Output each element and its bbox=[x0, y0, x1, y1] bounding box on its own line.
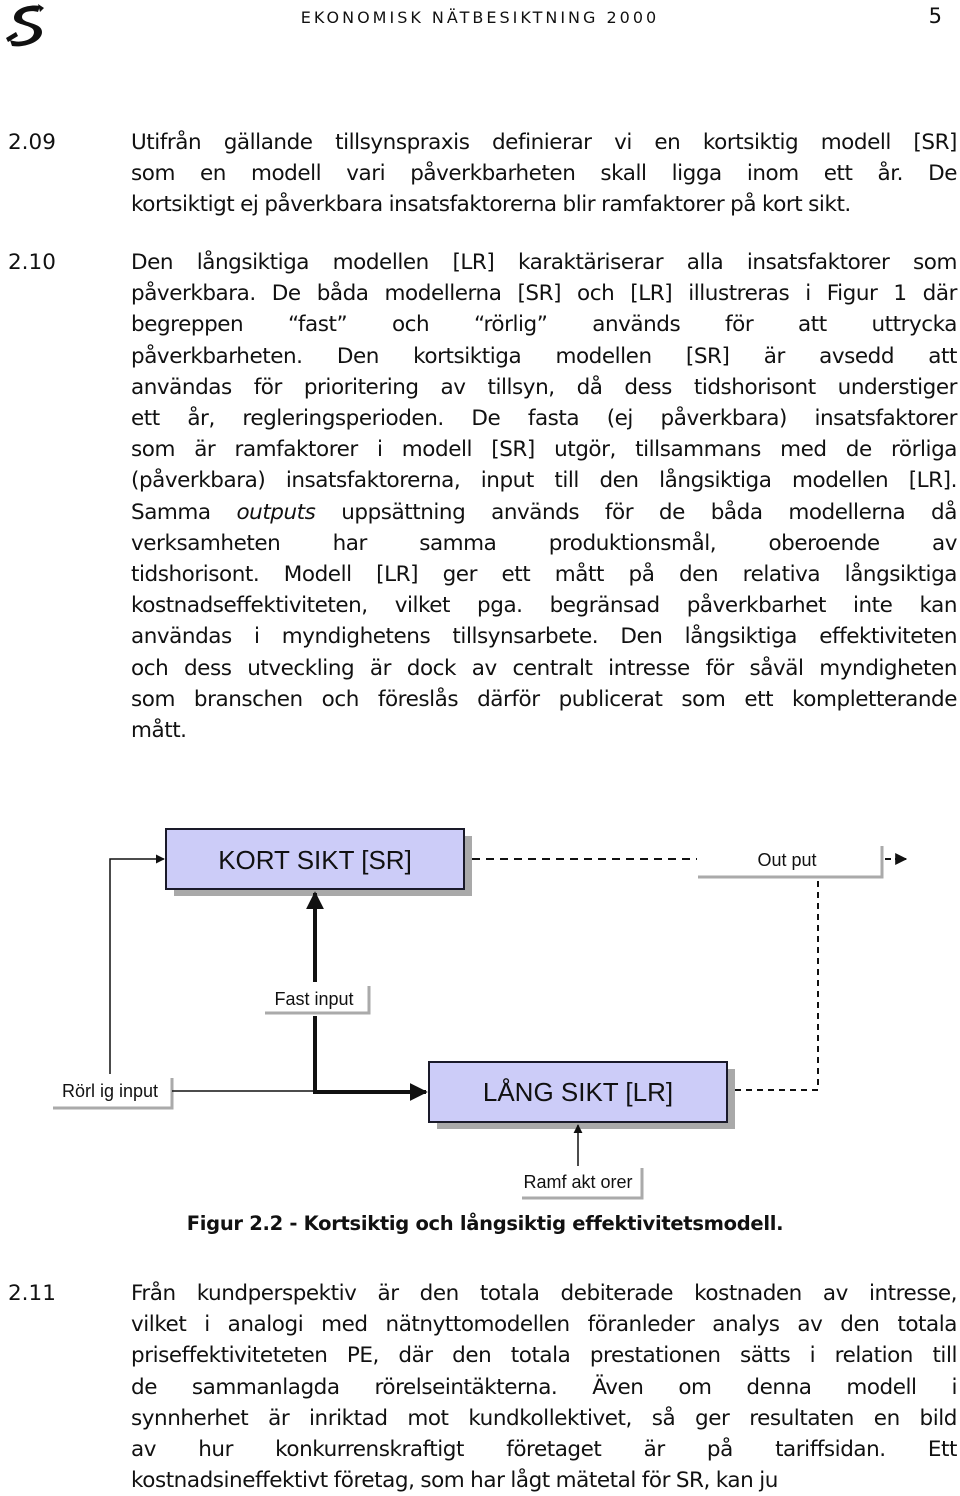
text-line: Utifrån gällande tillsynspraxis definier… bbox=[131, 130, 957, 155]
text-line: vilket i analogi med nätnyttomodellen fö… bbox=[131, 1312, 957, 1338]
short-term-box-label: KORT SIKT [SR] bbox=[218, 845, 412, 875]
text-line: priseffektiviteteten PE, där den totala … bbox=[131, 1343, 957, 1369]
page-header: EKONOMISK NÄTBESIKTNING 2000 5 bbox=[0, 0, 960, 50]
paragraph-text: Från kundperspektiv är den totala debite… bbox=[131, 1278, 957, 1496]
text-line: som är ramfaktorer i modell [SR] utgör, … bbox=[131, 437, 957, 463]
variable-input-label: Rörl ig input bbox=[62, 1081, 158, 1101]
text-line: som branschen och föreslås därför public… bbox=[131, 686, 957, 712]
text-line: kostnadsineffektivt företag, som har låg… bbox=[131, 1468, 778, 1494]
fast-input-label: Fast input bbox=[274, 989, 353, 1009]
text-line: av hur konkurrenskraftigt företaget är p… bbox=[131, 1437, 957, 1463]
running-title: EKONOMISK NÄTBESIKTNING 2000 bbox=[300, 8, 660, 27]
text-line: påverkbarheten. Den kortsiktiga modellen… bbox=[131, 343, 957, 369]
text-line: användas i myndighetens tillsynsarbete. … bbox=[131, 624, 957, 650]
paragraph-number: 2.10 bbox=[8, 250, 56, 275]
text-line: och dess utveckling är dock av centralt … bbox=[131, 655, 957, 681]
long-term-to-output-dashed-line bbox=[735, 878, 819, 1091]
italic-term: outputs bbox=[236, 499, 316, 525]
figure-caption: Figur 2.2 - Kortsiktig och långsiktig ef… bbox=[186, 1212, 784, 1235]
page-number: 5 bbox=[928, 4, 942, 28]
text-line: kostnadseffektiviteten, vilket pga. begr… bbox=[131, 593, 957, 619]
text-line: Samma outputs uppsättning används för de… bbox=[131, 499, 957, 525]
text-line: de sammanlagda rörelseintäkterna. Även o… bbox=[131, 1374, 957, 1400]
output-label: Out put bbox=[757, 850, 816, 870]
paragraph-text: Utifrån gällande tillsynspraxis definier… bbox=[131, 127, 957, 221]
paragraph-number: 2.09 bbox=[8, 130, 56, 155]
text-line: mått. bbox=[131, 718, 187, 744]
long-term-box-label: LÅNG SIKT [LR] bbox=[483, 1077, 673, 1107]
text-line: användas för prioritering av tillsyn, då… bbox=[131, 374, 957, 400]
text-line: Den långsiktiga modellen [LR] karaktäris… bbox=[131, 250, 957, 275]
text-line: (påverkbara) insatsfaktorerna, input til… bbox=[131, 468, 957, 494]
text-line: synnherhet är inriktad mot kundkollektiv… bbox=[131, 1405, 957, 1431]
text-line: som en modell vari påverkbarheten skall … bbox=[131, 161, 957, 187]
variable-input-to-short-term-arrow bbox=[109, 854, 165, 1074]
diagram-svg: KORT SIKT [SR] LÅNG SIKT [LR] Out put Fa… bbox=[53, 828, 908, 1200]
text-line: begreppen “fast” och “rörlig” används fö… bbox=[131, 312, 957, 338]
text-line: tidshorisont. Modell [LR] ger ett mått p… bbox=[131, 562, 957, 588]
text-line: verksamheten har samma produktionsmål, o… bbox=[131, 530, 957, 556]
fast-input-to-long-term-arrow bbox=[313, 1016, 428, 1101]
text-line: påverkbara. De båda modellerna [SR] och … bbox=[131, 281, 957, 307]
text-line: ett år, regleringsperioden. De fasta (ej… bbox=[131, 406, 957, 432]
paragraph-text: Den långsiktiga modellen [LR] karaktäris… bbox=[131, 247, 957, 746]
paragraph-number: 2.11 bbox=[8, 1281, 56, 1306]
text-line: kortsiktigt ej påverkbara insatsfaktorer… bbox=[131, 192, 851, 218]
text-line: Från kundperspektiv är den totala debite… bbox=[131, 1281, 957, 1306]
efficiency-model-diagram: KORT SIKT [SR] LÅNG SIKT [LR] Out put Fa… bbox=[0, 800, 960, 1220]
frame-factors-label: Ramf akt orer bbox=[523, 1172, 632, 1192]
